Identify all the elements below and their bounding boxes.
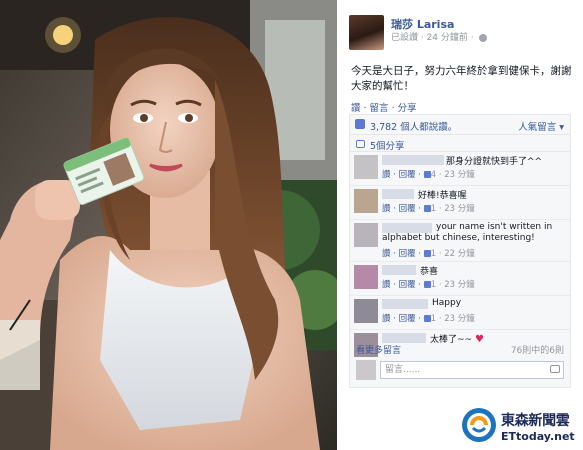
commenter-avatar[interactable] bbox=[354, 223, 378, 247]
comment-item: 那身分證就快到手了^^ 讚 · 回覆 · 4 · 23 分鐘 bbox=[350, 152, 570, 186]
commenter-avatar[interactable] bbox=[354, 265, 378, 289]
poster-avatar[interactable] bbox=[349, 15, 384, 50]
like-thumb-icon bbox=[423, 250, 431, 257]
post-timestamp[interactable]: 已設讚 · 24 分鐘前 · bbox=[391, 33, 474, 43]
shares-count[interactable]: 5個分享 bbox=[370, 138, 405, 152]
commenter-avatar[interactable] bbox=[354, 155, 378, 179]
post-photo[interactable] bbox=[0, 0, 337, 450]
comment-actions[interactable]: 讚 · 回覆 · bbox=[382, 280, 424, 290]
comment-time[interactable]: · 23 分鐘 bbox=[436, 204, 475, 214]
more-comments-row: 看更多留言 76則中的6則 bbox=[350, 341, 570, 357]
comment-meta: 讚 · 回覆 · 1 · 23 分鐘 bbox=[382, 278, 475, 290]
commenter-name-redacted[interactable] bbox=[382, 189, 414, 199]
like-thumb-icon bbox=[423, 281, 431, 288]
comment-item: Happy 讚 · 回覆 · 1 · 23 分鐘 bbox=[350, 296, 570, 330]
watermark-name: 東森新聞雲 bbox=[501, 413, 570, 429]
comment-actions[interactable]: 讚 · 回覆 · bbox=[382, 170, 424, 180]
ettoday-logo-icon bbox=[462, 408, 496, 442]
comment-count: 76則中的6則 bbox=[510, 346, 564, 356]
comment-item: 好棒!恭喜喔 讚 · 回覆 · 1 · 23 分鐘 bbox=[350, 186, 570, 220]
likes-count[interactable]: 3,782 個人都說讚。 bbox=[370, 119, 457, 133]
share-icon bbox=[356, 140, 365, 148]
like-thumb-icon bbox=[423, 315, 431, 322]
watermark-site: ETtoday.net bbox=[501, 430, 575, 443]
comment-actions[interactable]: 讚 · 回覆 · bbox=[382, 249, 424, 259]
post-actions[interactable]: 讚 · 留言 · 分享 bbox=[351, 100, 417, 114]
like-thumb-icon bbox=[423, 171, 431, 178]
comment-item: your name isn't written in alphabet but … bbox=[350, 220, 570, 262]
globe-icon bbox=[478, 33, 487, 42]
post-meta: 已設讚 · 24 分鐘前 · bbox=[391, 30, 487, 43]
comment-time[interactable]: · 23 分鐘 bbox=[436, 170, 475, 180]
shares-row: 5個分享 bbox=[350, 135, 570, 152]
comment-item: 恭喜 讚 · 回覆 · 1 · 23 分鐘 bbox=[350, 262, 570, 296]
comment-actions[interactable]: 讚 · 回覆 · bbox=[382, 314, 424, 324]
comment-time[interactable]: · 23 分鐘 bbox=[436, 314, 475, 324]
like-thumb-icon bbox=[423, 205, 431, 212]
screenshot: 瑞莎 Larisa 已設讚 · 24 分鐘前 · 今天是大日子，努力六年終於拿到… bbox=[0, 0, 583, 450]
camera-icon[interactable] bbox=[550, 365, 560, 373]
commenter-name-redacted[interactable] bbox=[382, 223, 432, 233]
comment-meta: 讚 · 回覆 · 1 · 22 分鐘 bbox=[382, 247, 475, 259]
post-panel: 瑞莎 Larisa 已設讚 · 24 分鐘前 · 今天是大日子，努力六年終於拿到… bbox=[337, 0, 583, 450]
comment-text: your name isn't written in bbox=[436, 222, 553, 232]
comment-sort-dropdown[interactable]: 人氣留言 ▾ bbox=[518, 119, 564, 133]
comment-meta: 讚 · 回覆 · 4 · 23 分鐘 bbox=[382, 168, 475, 180]
likes-row: 3,782 個人都說讚。 人氣留言 ▾ bbox=[350, 115, 570, 135]
commenter-name-redacted[interactable] bbox=[382, 299, 428, 309]
comment-meta: 讚 · 回覆 · 1 · 23 分鐘 bbox=[382, 312, 475, 324]
ettoday-watermark: 東森新聞雲 ETtoday.net bbox=[455, 401, 583, 450]
comment-text: 那身分證就快到手了^^ bbox=[446, 157, 543, 167]
comment-time[interactable]: · 23 分鐘 bbox=[436, 280, 475, 290]
comment-actions[interactable]: 讚 · 回覆 · bbox=[382, 204, 424, 214]
post-text: 今天是大日子，努力六年終於拿到健保卡，謝謝大家的幫忙！ bbox=[351, 65, 572, 92]
comment-text: 好棒!恭喜喔 bbox=[418, 191, 467, 201]
commenter-avatar[interactable] bbox=[354, 189, 378, 213]
comment-text: 恭喜 bbox=[420, 267, 439, 277]
commenter-name-redacted[interactable] bbox=[382, 265, 416, 275]
comment-meta: 讚 · 回覆 · 1 · 23 分鐘 bbox=[382, 202, 475, 214]
comment-composer bbox=[356, 360, 564, 380]
commenter-avatar[interactable] bbox=[354, 299, 378, 323]
commenter-name-redacted[interactable] bbox=[382, 155, 444, 165]
view-more-comments-link[interactable]: 看更多留言 bbox=[356, 343, 401, 356]
comment-text-continued: alphabet but chinese, interesting! bbox=[382, 233, 535, 243]
viewer-avatar bbox=[356, 360, 376, 380]
comment-time[interactable]: · 22 分鐘 bbox=[436, 249, 475, 259]
comment-text: Happy bbox=[432, 298, 462, 308]
feedback-box: 3,782 個人都說讚。 人氣留言 ▾ 5個分享 那身分證就快到手了^^ 讚 ·… bbox=[349, 114, 571, 388]
like-thumb-icon bbox=[355, 119, 365, 129]
comment-input[interactable] bbox=[380, 361, 564, 379]
